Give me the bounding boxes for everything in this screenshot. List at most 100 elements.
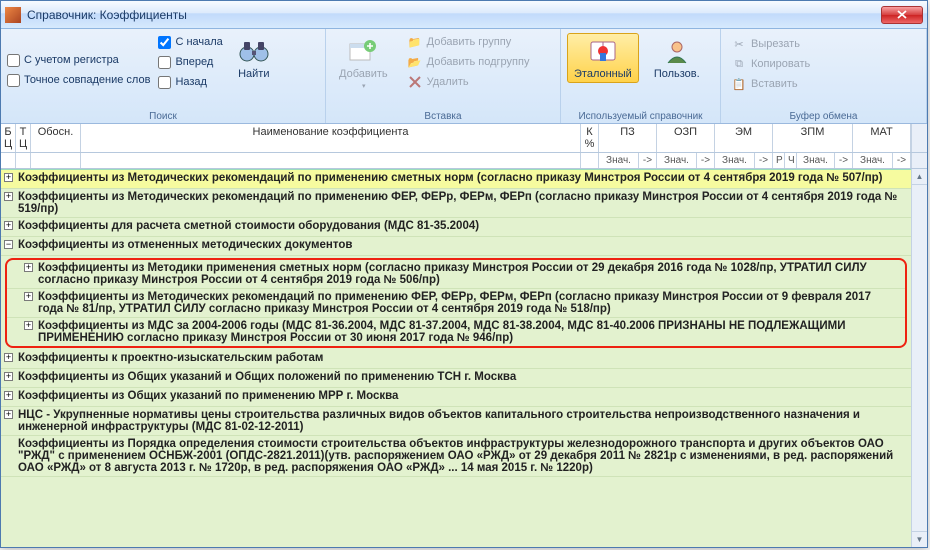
app-icon xyxy=(5,7,21,23)
tree-row[interactable]: + Коэффициенты из Методических рекоменда… xyxy=(7,289,905,318)
copy-button[interactable]: ⧉ Копировать xyxy=(727,55,920,73)
row-text: Коэффициенты из Общих указаний и Общих п… xyxy=(16,369,911,387)
col-zpm[interactable]: ЗПМ xyxy=(773,124,853,152)
add-subgroup-button[interactable]: 📂Добавить подгруппу xyxy=(403,53,534,71)
sub-pz-arrow[interactable]: -> xyxy=(639,153,657,168)
paste-button[interactable]: 📋 Вставить xyxy=(727,75,920,93)
tree-row[interactable]: − Коэффициенты из отмененных методически… xyxy=(1,237,911,256)
expander[interactable]: − xyxy=(1,237,16,255)
find-button[interactable]: Найти xyxy=(231,33,277,83)
chk-start-label: С начала xyxy=(175,36,222,48)
paste-label: Вставить xyxy=(751,78,798,90)
col-name[interactable]: Наименование коэффициента xyxy=(81,124,581,152)
chk-fwd[interactable]: Вперед xyxy=(158,53,222,71)
close-button[interactable] xyxy=(881,6,923,24)
cut-icon: ✂ xyxy=(731,36,747,52)
tree-row[interactable]: + Коэффициенты из Методики применения см… xyxy=(7,260,905,289)
column-subheaders: Знач. -> Знач. -> Знач. -> Р Ч Знач. -> … xyxy=(1,153,927,169)
col-pz[interactable]: ПЗ xyxy=(599,124,657,152)
col-k[interactable]: К % xyxy=(581,124,599,152)
row-text: Коэффициенты из Порядка определения стои… xyxy=(16,436,911,476)
scrollbar-gap2 xyxy=(911,153,927,168)
tree-row[interactable]: + Коэффициенты из Общих указаний и Общих… xyxy=(1,369,911,388)
ribbon-group-search: С учетом регистра Точное совпадение слов… xyxy=(1,29,326,123)
col-em[interactable]: ЭМ xyxy=(715,124,773,152)
sub-pz-value[interactable]: Знач. xyxy=(599,153,639,168)
group-clipboard-label: Буфер обмена xyxy=(727,109,920,122)
expander[interactable]: + xyxy=(1,388,16,406)
copy-icon: ⧉ xyxy=(731,56,747,72)
group-search-label: Поиск xyxy=(7,109,319,122)
expander[interactable]: + xyxy=(1,170,16,188)
row-text: НЦС - Укрупненные нормативы цены строите… xyxy=(16,407,911,435)
tree-row[interactable]: + Коэффициенты из Общих указаний по прим… xyxy=(1,388,911,407)
delete-icon xyxy=(407,74,423,90)
chk-back[interactable]: Назад xyxy=(158,73,222,91)
dropdown-arrow-icon: ▾ xyxy=(362,82,366,90)
sub-mat-arrow[interactable]: -> xyxy=(893,153,911,168)
col-mat[interactable]: МАТ xyxy=(853,124,911,152)
highlighted-group: + Коэффициенты из Методики применения см… xyxy=(5,258,907,348)
reference-window: Справочник: Коэффициенты С учетом регист… xyxy=(0,0,928,548)
expander[interactable]: + xyxy=(1,218,16,236)
sub-ozp-value[interactable]: Знач. xyxy=(657,153,697,168)
tree-row[interactable]: Коэффициенты из Порядка определения стои… xyxy=(1,436,911,477)
row-text: Коэффициенты из Методических рекомендаци… xyxy=(36,289,905,317)
copy-label: Копировать xyxy=(751,58,810,70)
col-bc[interactable]: Б Ц xyxy=(1,124,16,152)
reference-button[interactable]: Эталонный xyxy=(567,33,639,83)
expander[interactable]: + xyxy=(1,407,16,435)
row-text: Коэффициенты из Методики применения смет… xyxy=(36,260,905,288)
paste-icon: 📋 xyxy=(731,76,747,92)
row-text: Коэффициенты для расчета сметной стоимос… xyxy=(16,218,911,236)
expander[interactable]: + xyxy=(1,369,16,387)
scroll-up-icon[interactable]: ▲ xyxy=(912,169,927,185)
row-text: Коэффициенты из МДС за 2004-2006 годы (М… xyxy=(36,318,905,346)
col-obosn[interactable]: Обосн. xyxy=(31,124,81,152)
expander[interactable]: + xyxy=(7,289,36,317)
expander[interactable]: + xyxy=(1,189,16,217)
row-text: Коэффициенты к проектно-изыскательским р… xyxy=(16,350,911,368)
row-text: Коэффициенты из Методических рекомендаци… xyxy=(16,170,911,188)
sub-em-arrow[interactable]: -> xyxy=(755,153,773,168)
col-ozp[interactable]: ОЗП xyxy=(657,124,715,152)
sub-em-value[interactable]: Знач. xyxy=(715,153,755,168)
chk-start[interactable]: С начала xyxy=(158,33,222,51)
sub-r[interactable]: Р xyxy=(773,153,785,168)
cut-button[interactable]: ✂Вырезать xyxy=(727,35,920,53)
tree-row[interactable]: + Коэффициенты из Методических рекоменда… xyxy=(1,189,911,218)
chk-exact[interactable]: Точное совпадение слов xyxy=(7,71,150,89)
col-tc[interactable]: Т Ц xyxy=(16,124,31,152)
sub-zpm-arrow[interactable]: -> xyxy=(835,153,853,168)
group-refbook-label: Используемый справочник xyxy=(567,109,714,122)
user-refbook-button[interactable]: Пользов. xyxy=(647,33,707,83)
find-label: Найти xyxy=(238,68,269,80)
expander[interactable]: + xyxy=(7,260,36,288)
add-label: Добавить xyxy=(339,68,388,80)
add-row-icon xyxy=(347,36,379,66)
add-button[interactable]: Добавить ▾ xyxy=(332,33,395,93)
chk-case-label: С учетом регистра xyxy=(24,54,119,66)
tree-row[interactable]: + Коэффициенты для расчета сметной стоим… xyxy=(1,218,911,237)
add-group-button[interactable]: 📁Добавить группу xyxy=(403,33,534,51)
sub-mat-value[interactable]: Знач. xyxy=(853,153,893,168)
sub-ozp-arrow[interactable]: -> xyxy=(697,153,715,168)
row-text: Коэффициенты из Общих указаний по примен… xyxy=(16,388,911,406)
scroll-down-icon[interactable]: ▼ xyxy=(912,531,927,547)
tree-grid[interactable]: + Коэффициенты из Методических рекоменда… xyxy=(1,169,911,547)
chk-case[interactable]: С учетом регистра xyxy=(7,51,150,69)
tree-row[interactable]: + Коэффициенты из Методических рекоменда… xyxy=(1,170,911,189)
delete-label: Удалить xyxy=(427,76,469,88)
expander[interactable] xyxy=(1,436,16,476)
chk-back-label: Назад xyxy=(175,76,207,88)
tree-row[interactable]: + Коэффициенты к проектно-изыскательским… xyxy=(1,350,911,369)
sub-ch[interactable]: Ч xyxy=(785,153,797,168)
vertical-scrollbar[interactable]: ▲ ▼ xyxy=(911,169,927,547)
tree-row[interactable]: + НЦС - Укрупненные нормативы цены строи… xyxy=(1,407,911,436)
tree-row[interactable]: + Коэффициенты из МДС за 2004-2006 годы … xyxy=(7,318,905,346)
expander[interactable]: + xyxy=(7,318,36,346)
expander[interactable]: + xyxy=(1,350,16,368)
ribbon-group-insert: Добавить ▾ 📁Добавить группу 📂Добавить под… xyxy=(326,29,561,123)
delete-button[interactable]: Удалить xyxy=(403,73,534,91)
sub-zpm-value[interactable]: Знач. xyxy=(797,153,835,168)
